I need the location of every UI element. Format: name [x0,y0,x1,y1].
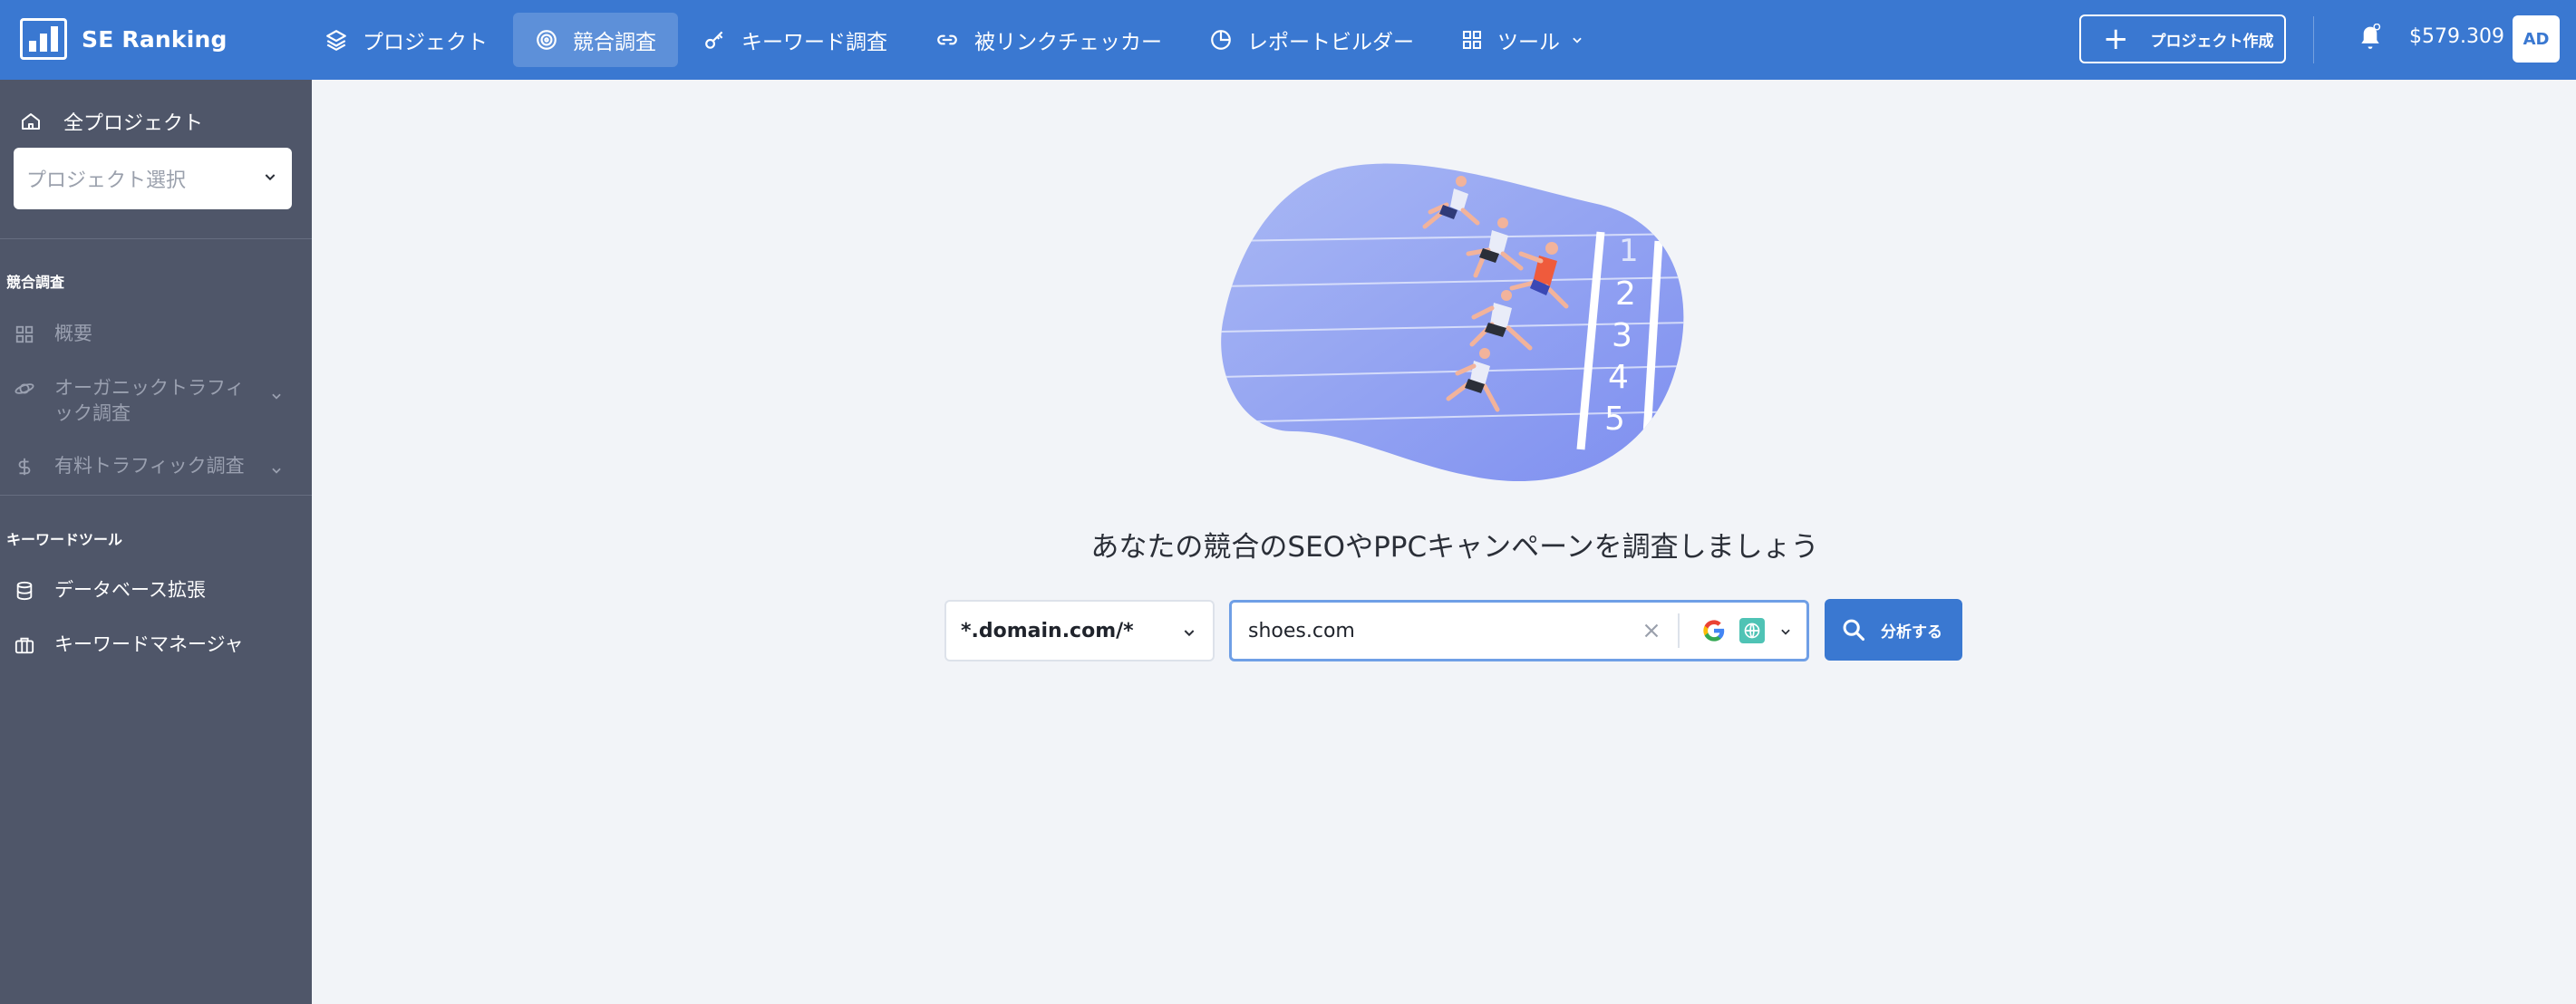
pie-chart-icon [1211,30,1231,50]
link-icon [937,34,957,45]
domain-search-input[interactable] [1248,603,1647,659]
sidebar-item-database-expansion[interactable]: データベース拡張 [15,577,206,603]
domain-search-box [1229,600,1809,661]
briefcase-icon [15,637,34,654]
sidebar-item-keyword-manager[interactable]: キーワードマネージャ [15,632,244,657]
logo-icon [20,18,67,60]
chevron-down-icon [272,393,281,400]
sidebar-item-organic-traffic[interactable]: オーガニックトラフィ ック調査 [15,375,305,426]
chevron-down-icon [265,174,276,181]
create-project-label: プロジェクト作成 [2150,32,2274,51]
svg-text:5: 5 [1604,401,1625,438]
key-icon [705,31,723,49]
page-headline: あなたの競合のSEOやPPCキャンペーンを調査しましょう [1090,531,1819,564]
sidebar-item-label: データベース拡張 [54,579,206,601]
main-nav: プロジェクト 競合調査 キーワード調査 被リンクチェッカー レポートビルダー ツ… [303,13,1609,67]
nav-item-label: ツール [1497,31,1560,54]
domain-mode-select[interactable]: *.domain.com/* [944,600,1215,661]
nav-item-competitor-research[interactable]: 競合調査 [513,13,678,67]
brand-logo[interactable]: SE Ranking [20,18,228,60]
clear-icon[interactable] [1640,619,1663,642]
project-select-placeholder: プロジェクト選択 [26,169,187,192]
chevron-down-icon [1573,37,1582,43]
sidebar-item-label: 有料トラフィック調査 [54,455,245,477]
analyze-button[interactable]: 分析する [1825,599,1962,661]
sidebar-item-overview[interactable]: 概要 [15,321,92,346]
google-icon[interactable] [1701,618,1727,643]
nav-item-label: 競合調査 [573,31,656,54]
grid-icon [1463,31,1481,49]
nav-item-label: プロジェクト [363,31,488,54]
sidebar-section-keyword-tools: キーワードツール [6,531,123,548]
sidebar: 全プロジェクト プロジェクト選択 競合調査 概要 オーガニックトラフィ ック調査… [0,80,312,1004]
nav-item-backlink-checker[interactable]: 被リンクチェッカー [913,13,1184,67]
dollar-icon [18,458,31,476]
nav-item-label: 被リンクチェッカー [974,31,1162,54]
svg-text:2: 2 [1615,275,1636,313]
search-icon [1843,619,1865,642]
svg-text:1: 1 [1619,233,1639,269]
user-avatar[interactable]: AD [2513,15,2560,63]
analyze-button-label: 分析する [1881,623,1942,642]
sidebar-divider [0,238,312,239]
globe-icon[interactable] [1739,618,1765,643]
sidebar-item-label: 全プロジェクト [63,112,204,135]
sidebar-item-label: キーワードマネージャ [54,633,244,655]
nav-item-tools[interactable]: ツール [1439,13,1605,67]
top-navigation-bar: SE Ranking プロジェクト 競合調査 キーワード調査 被リンクチェッカー… [0,0,2576,80]
svg-text:4: 4 [1608,359,1629,396]
sidebar-item-label-line2: ック調査 [54,402,131,424]
layers-icon [326,30,346,51]
sidebar-item-all-projects[interactable]: 全プロジェクト [20,107,203,136]
nav-item-report-builder[interactable]: レポートビルダー [1187,13,1436,67]
account-balance[interactable]: $579.309 [2409,25,2504,48]
runners-illustration: 1 2 3 4 5 [1221,163,1684,482]
planet-icon [15,383,34,394]
domain-mode-value: *.domain.com/* [961,619,1134,642]
nav-item-label: キーワード調査 [741,31,887,54]
sidebar-divider [0,495,312,496]
database-icon [16,581,33,601]
sidebar-section-competitor: 競合調査 [6,274,65,291]
project-select-dropdown[interactable]: プロジェクト選択 [14,148,292,209]
sidebar-item-paid-traffic[interactable]: 有料トラフィック調査 [15,453,305,478]
sidebar-item-label: オーガニックトラフィ ック調査 [54,375,254,426]
header-divider [2313,16,2314,63]
target-icon [537,30,557,50]
chevron-down-icon [1184,630,1195,637]
notifications-bell-icon[interactable] [2357,23,2384,58]
plus-icon: + [2103,21,2129,57]
svg-text:3: 3 [1612,317,1632,354]
nav-item-label: レポートビルダー [1247,31,1414,54]
chevron-down-icon [272,468,281,474]
sidebar-item-label-line1: オーガニックトラフィ [54,377,245,399]
create-project-button[interactable]: + プロジェクト作成 [2079,14,2286,63]
grid-icon [15,325,34,343]
brand-name: SE Ranking [82,25,228,53]
sidebar-item-label: 概要 [54,323,92,344]
nav-item-keyword-research[interactable]: キーワード調査 [682,13,909,67]
nav-item-projects[interactable]: プロジェクト [303,13,509,67]
search-divider [1678,613,1680,648]
home-icon [22,113,40,130]
chevron-down-icon[interactable] [1779,625,1792,638]
